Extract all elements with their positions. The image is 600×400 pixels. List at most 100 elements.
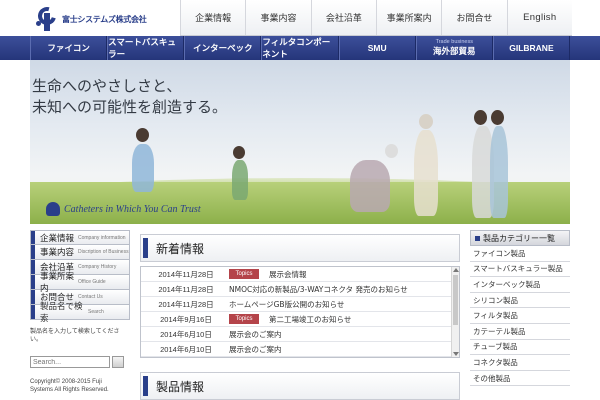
- mainnav-intervec[interactable]: インターベック: [184, 36, 262, 60]
- hero-banner: 生命へのやさしさと、 未知への可能性を創造する。 Catheters in Wh…: [30, 60, 570, 224]
- news-list: 2014年11月28日 Topics 展示会情報 2014年11月28日 NMO…: [140, 266, 460, 358]
- sidebar-item-label: 事業内容: [40, 248, 75, 258]
- hero-boy-head: [233, 146, 245, 159]
- mainnav-label: 海外部貿易: [433, 47, 476, 57]
- mainnav-label: フィルタコンポーネント: [262, 38, 331, 60]
- hero-grandpa-head: [419, 114, 433, 129]
- hero-woman-figure: [490, 126, 508, 218]
- news-row[interactable]: 2014年11月28日 NMOC対応の新製品/3-WAYコネクタ 発売のお知らせ: [141, 282, 459, 297]
- hero-wheelchair-figure: [350, 160, 390, 212]
- news-date: 2014年6月10日: [160, 344, 212, 354]
- topnav-history[interactable]: 会社沿革: [310, 0, 376, 35]
- category-item[interactable]: その他製品: [470, 371, 570, 387]
- news-text[interactable]: ホームページGB版公開のお知らせ: [229, 299, 344, 310]
- news-date: 2014年11月28日: [158, 299, 214, 309]
- tagline-logo-icon: [46, 202, 60, 216]
- category-item[interactable]: フィルタ製品: [470, 308, 570, 324]
- company-logo[interactable]: 富士システムズ株式会社: [34, 3, 156, 32]
- hero-boy-figure: [232, 160, 248, 200]
- news-date: 2014年6月10日: [160, 329, 212, 339]
- topics-badge: Topics: [229, 314, 259, 324]
- category-heading: 製品カテゴリー一覧: [470, 230, 570, 246]
- category-item[interactable]: チューブ製品: [470, 340, 570, 356]
- topnav-company[interactable]: 企業情報: [180, 0, 245, 35]
- top-nav: 企業情報 事業内容 会社沿革 事業所案内 お問合せ English: [180, 0, 572, 36]
- scroll-up-icon[interactable]: [453, 268, 459, 272]
- news-row[interactable]: 2014年9月16日 Topics 第二工場竣工のお知らせ: [141, 312, 459, 327]
- news-text[interactable]: 展示会情報: [269, 269, 307, 280]
- topnav-contact[interactable]: お問合せ: [441, 0, 506, 35]
- mainnav-gilbrane[interactable]: GILBRANE: [492, 36, 570, 60]
- category-item[interactable]: ファイコン製品: [470, 246, 570, 262]
- news-heading: 新着情報: [140, 234, 460, 262]
- news-text[interactable]: 第二工場竣工のお知らせ: [269, 314, 351, 325]
- copyright-line2: Systems All Rights Reserved.: [30, 387, 109, 393]
- copyright-line1: Copyright© 2008-2015 Fuji: [30, 379, 102, 385]
- topnav-english[interactable]: English: [506, 0, 572, 35]
- tagline-text: Catheters in Which You Can Trust: [64, 203, 201, 215]
- category-item[interactable]: スマートバスキュラー製品: [470, 262, 570, 278]
- sidebar-item-company[interactable]: 企業情報 Company information: [30, 230, 130, 245]
- sidebar-item-label: 企業情報: [40, 233, 75, 244]
- hero-man-head: [474, 110, 487, 125]
- news-text[interactable]: NMOC対応の新製品/3-WAYコネクタ 発売のお知らせ: [229, 284, 408, 295]
- mainnav-trade[interactable]: Trade business 海外部貿易: [415, 36, 493, 60]
- sidebar-item-sublabel: Discription of Business: [78, 249, 129, 255]
- mainnav-label: インターベック: [193, 44, 253, 54]
- copyright: Copyright© 2008-2015 Fuji Systems All Ri…: [30, 378, 130, 394]
- news-scrollbar[interactable]: [451, 267, 459, 357]
- news-date: 2014年11月28日: [158, 269, 214, 279]
- hero-grandpa-figure: [414, 130, 438, 216]
- hero-copy: 生命へのやさしさと、 未知への可能性を創造する。: [32, 76, 227, 118]
- news-row[interactable]: 2014年6月10日 展示会のご案内: [141, 327, 459, 342]
- category-item[interactable]: インターベック製品: [470, 277, 570, 293]
- news-date: 2014年11月28日: [158, 284, 214, 294]
- topics-badge: Topics: [229, 269, 259, 279]
- search-button[interactable]: [112, 356, 124, 368]
- news-date: 2014年9月16日: [160, 314, 212, 324]
- search-description: 製品名を入力して検索してください。: [30, 328, 120, 343]
- hero-copy-line1: 生命へのやさしさと、: [32, 77, 182, 95]
- sidebar-item-sublabel: Company information: [78, 234, 126, 241]
- news-row[interactable]: 2014年6月10日 展示会のご案内: [141, 342, 459, 357]
- news-row[interactable]: 2014年11月28日 ホームページGB版公開のお知らせ: [141, 297, 459, 312]
- mainnav-smart-vascular[interactable]: スマートバスキュラー: [107, 36, 185, 60]
- hero-grandma-head: [385, 144, 398, 158]
- search-form: [30, 356, 130, 368]
- left-sidebar: 企業情報 Company information 事業内容 Discriptio…: [30, 230, 130, 394]
- products-heading: 製品情報: [140, 372, 460, 400]
- category-item[interactable]: コネクタ製品: [470, 355, 570, 371]
- product-nav: ファイコン スマートバスキュラー インターベック フィルタコンポーネント SMU…: [0, 36, 600, 60]
- company-name: 富士システムズ株式会社: [62, 14, 147, 24]
- news-text[interactable]: 展示会のご案内: [229, 329, 282, 340]
- topnav-business[interactable]: 事業内容: [245, 0, 310, 35]
- category-title: 製品カテゴリー一覧: [483, 233, 555, 243]
- search-heading-sublabel: Search: [88, 309, 104, 315]
- mainnav-faicon[interactable]: ファイコン: [30, 36, 108, 60]
- sidebar-item-business[interactable]: 事業内容 Discription of Business: [30, 245, 130, 260]
- hero-tagline: Catheters in Which You Can Trust: [46, 202, 201, 216]
- search-input[interactable]: [30, 356, 110, 368]
- mainnav-smu[interactable]: SMU: [338, 36, 416, 60]
- products-title: 製品情報: [156, 379, 205, 394]
- news-row[interactable]: 2014年11月28日 Topics 展示会情報: [141, 267, 459, 282]
- mainnav-label: GILBRANE: [509, 43, 554, 53]
- hero-woman-head: [491, 110, 504, 125]
- product-search-heading: 製品名で検索 Search: [30, 302, 130, 324]
- news-title: 新着情報: [156, 241, 205, 256]
- sidebar-item-sublabel: Office Guide: [78, 279, 106, 285]
- news-text[interactable]: 展示会のご案内: [229, 344, 282, 355]
- sidebar-item-offices[interactable]: 事業所案内 Office Guide: [30, 272, 130, 294]
- category-item[interactable]: シリコン製品: [470, 293, 570, 309]
- hero-girl-figure: [132, 144, 154, 192]
- mainnav-label: SMU: [367, 43, 387, 53]
- hero-girl-head: [136, 128, 149, 142]
- scroll-thumb[interactable]: [453, 275, 458, 325]
- mainnav-filter-component[interactable]: フィルタコンポーネント: [261, 36, 339, 60]
- topnav-offices[interactable]: 事業所案内: [375, 0, 441, 35]
- scroll-down-icon[interactable]: [453, 352, 459, 356]
- category-item[interactable]: カテーテル製品: [470, 324, 570, 340]
- right-sidebar: 製品カテゴリー一覧 ファイコン製品 スマートバスキュラー製品 インターベック製品…: [470, 230, 570, 387]
- mainnav-label: ファイコン: [47, 44, 90, 54]
- search-heading-label: 製品名で検索: [40, 302, 83, 324]
